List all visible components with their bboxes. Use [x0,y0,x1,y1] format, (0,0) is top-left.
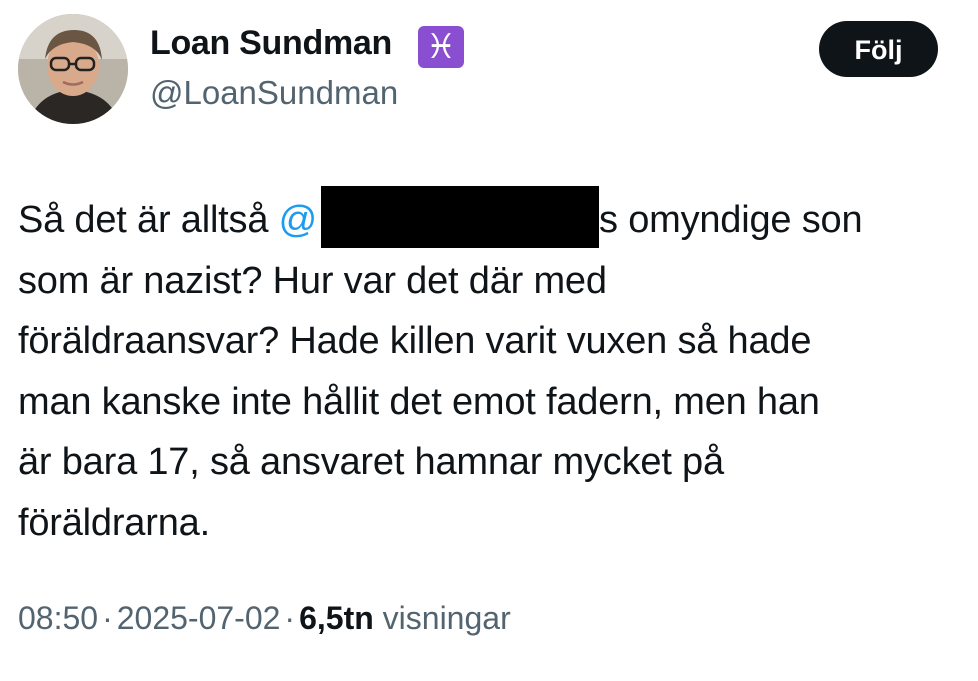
redaction-bar [321,186,600,248]
tweet-text-line: föräldraansvar? Hade killen varit vuxen … [18,320,812,362]
avatar-image [18,14,128,124]
tweet-text: Så det är alltså @ s omyndige son som är … [18,186,958,553]
mention-link[interactable]: @ [279,199,318,241]
tweet-time[interactable]: 08:50 [18,600,98,636]
pisces-icon: ♓ [418,26,464,68]
display-name[interactable]: Loan Sundman [150,24,392,63]
tweet-text-line: är bara 17, så ansvaret hamnar mycket på [18,441,724,483]
tweet-text-line: som är nazist? Hur var det där med [18,259,607,302]
tweet-card: Loan Sundman ♓ @LoanSundman Följ Så det … [0,0,978,681]
tweet-text-line: Så det är alltså @ s omyndige son [18,186,958,251]
avatar[interactable] [18,14,128,124]
follow-button[interactable]: Följ [819,21,938,77]
user-handle[interactable]: @LoanSundman [150,74,398,112]
tweet-text-segment: Så det är alltså [18,199,279,241]
tweet-text-segment: s omyndige son [599,199,863,241]
tweet-text-line: föräldrarna. [18,501,210,544]
meta-separator: · [102,600,113,636]
tweet-meta: 08:50 · 2025-07-02 · 6,5tn visningar [18,600,511,637]
meta-separator: · [284,600,296,636]
views-count[interactable]: 6,5tn [299,600,374,636]
tweet-text-line: man kanske inte hållit det emot fadern, … [18,380,820,423]
views-label: visningar [382,600,511,636]
tweet-date[interactable]: 2025-07-02 [117,600,281,636]
